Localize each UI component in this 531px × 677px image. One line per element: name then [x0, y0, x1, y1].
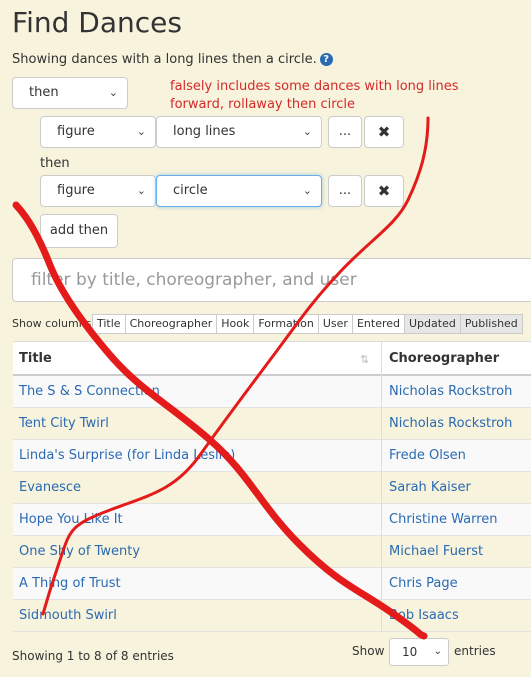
filter-more-button-1[interactable]: ... [328, 116, 362, 148]
chevron-down-icon: ⌄ [433, 646, 442, 657]
column-toggle-choreographer[interactable]: Choreographer [124, 314, 218, 334]
table-row: Hope You Like It Christine Warren [13, 504, 531, 536]
dance-title-link[interactable]: Linda's Surprise (for Linda Leslie) [13, 440, 382, 472]
filter-figure-value-2: circle [173, 183, 208, 198]
header-choreographer[interactable]: Choreographer [383, 342, 499, 376]
show-label: Show [352, 644, 385, 658]
choreographer-link[interactable]: Nicholas Rockstroh [383, 408, 531, 440]
sort-icon[interactable]: ⇅ [360, 353, 369, 366]
chevron-down-icon: ⌄ [302, 184, 312, 197]
filter-kind-select-1[interactable]: figure ⌄ [40, 116, 156, 148]
dance-title-link[interactable]: A Thing of Trust [13, 568, 382, 600]
dance-title-link[interactable]: Evanesce [13, 472, 382, 504]
entries-label: entries [454, 644, 496, 658]
column-toggle-formation[interactable]: Formation [253, 314, 319, 334]
subtitle-text: Showing dances with a long lines then a … [12, 52, 317, 67]
table-row: Linda's Surprise (for Linda Leslie) Fred… [13, 440, 531, 472]
top-then-select[interactable]: then ⌄ [12, 77, 128, 109]
column-toggle-updated[interactable]: Updated [404, 314, 461, 334]
top-then-value: then [29, 85, 59, 100]
chevron-down-icon: ⌄ [108, 86, 118, 99]
filter-kind-value-1: figure [57, 124, 95, 139]
x-icon[interactable]: ✖ [364, 116, 404, 148]
x-icon[interactable]: ✖ [364, 175, 404, 207]
table-row: Tent City Twirl Nicholas Rockstroh [13, 408, 531, 440]
table-info: Showing 1 to 8 of 8 entries [12, 649, 174, 663]
choreographer-link[interactable]: Nicholas Rockstroh [383, 376, 531, 408]
column-toggle-user[interactable]: User [317, 314, 353, 334]
then-label: then [40, 156, 70, 171]
column-toggle-group: Title Choreographer Hook Formation User … [92, 314, 523, 334]
chevron-down-icon: ⌄ [136, 125, 146, 138]
page-size-select[interactable]: 10 ⌄ [389, 638, 449, 666]
dance-title-link[interactable]: Tent City Twirl [13, 408, 382, 440]
dances-table: Title ⇅ Choreographer The S & S Connecti… [13, 341, 531, 632]
filter-kind-value-2: figure [57, 183, 95, 198]
page-subtitle: Showing dances with a long lines then a … [12, 52, 333, 67]
table-header: Title ⇅ Choreographer [13, 342, 531, 376]
filter-more-button-2[interactable]: ... [328, 175, 362, 207]
chevron-down-icon: ⌄ [302, 125, 312, 138]
page-title: Find Dances [12, 6, 182, 39]
table-row: One Shy of Twenty Michael Fuerst [13, 536, 531, 568]
choreographer-link[interactable]: Christine Warren [383, 504, 531, 536]
chevron-down-icon: ⌄ [136, 184, 146, 197]
table-row: Sidmouth Swirl Bob Isaacs [13, 600, 531, 632]
dance-title-link[interactable]: One Shy of Twenty [13, 536, 382, 568]
table-row: Evanesce Sarah Kaiser [13, 472, 531, 504]
column-toggle-hook[interactable]: Hook [216, 314, 255, 334]
add-then-button[interactable]: add then [40, 214, 118, 248]
choreographer-link[interactable]: Michael Fuerst [383, 536, 531, 568]
annotation-note: falsely includes some dances with long l… [170, 79, 459, 112]
choreographer-link[interactable]: Bob Isaacs [383, 600, 531, 632]
choreographer-link[interactable]: Sarah Kaiser [383, 472, 531, 504]
search-input[interactable]: filter by title, choreographer, and user [12, 258, 531, 302]
choreographer-link[interactable]: Frede Olsen [383, 440, 531, 472]
table-row: The S & S Connection Nicholas Rockstroh [13, 376, 531, 408]
filter-figure-select-2[interactable]: circle ⌄ [156, 175, 322, 207]
dance-title-link[interactable]: Hope You Like It [13, 504, 382, 536]
filter-figure-select-1[interactable]: long lines ⌄ [156, 116, 322, 148]
dance-title-link[interactable]: The S & S Connection [13, 376, 382, 408]
dance-title-link[interactable]: Sidmouth Swirl [13, 600, 382, 632]
filter-figure-value-1: long lines [173, 124, 236, 139]
column-toggle-published[interactable]: Published [459, 314, 523, 334]
page-size-value: 10 [402, 645, 418, 659]
column-toggle-title[interactable]: Title [92, 314, 126, 334]
show-columns-label: Show columns [12, 317, 92, 330]
choreographer-link[interactable]: Chris Page [383, 568, 531, 600]
header-title[interactable]: Title [13, 342, 382, 376]
question-circle-icon[interactable]: ? [319, 53, 333, 66]
column-toggle-entered[interactable]: Entered [351, 314, 405, 334]
filter-kind-select-2[interactable]: figure ⌄ [40, 175, 156, 207]
table-row: A Thing of Trust Chris Page [13, 568, 531, 600]
